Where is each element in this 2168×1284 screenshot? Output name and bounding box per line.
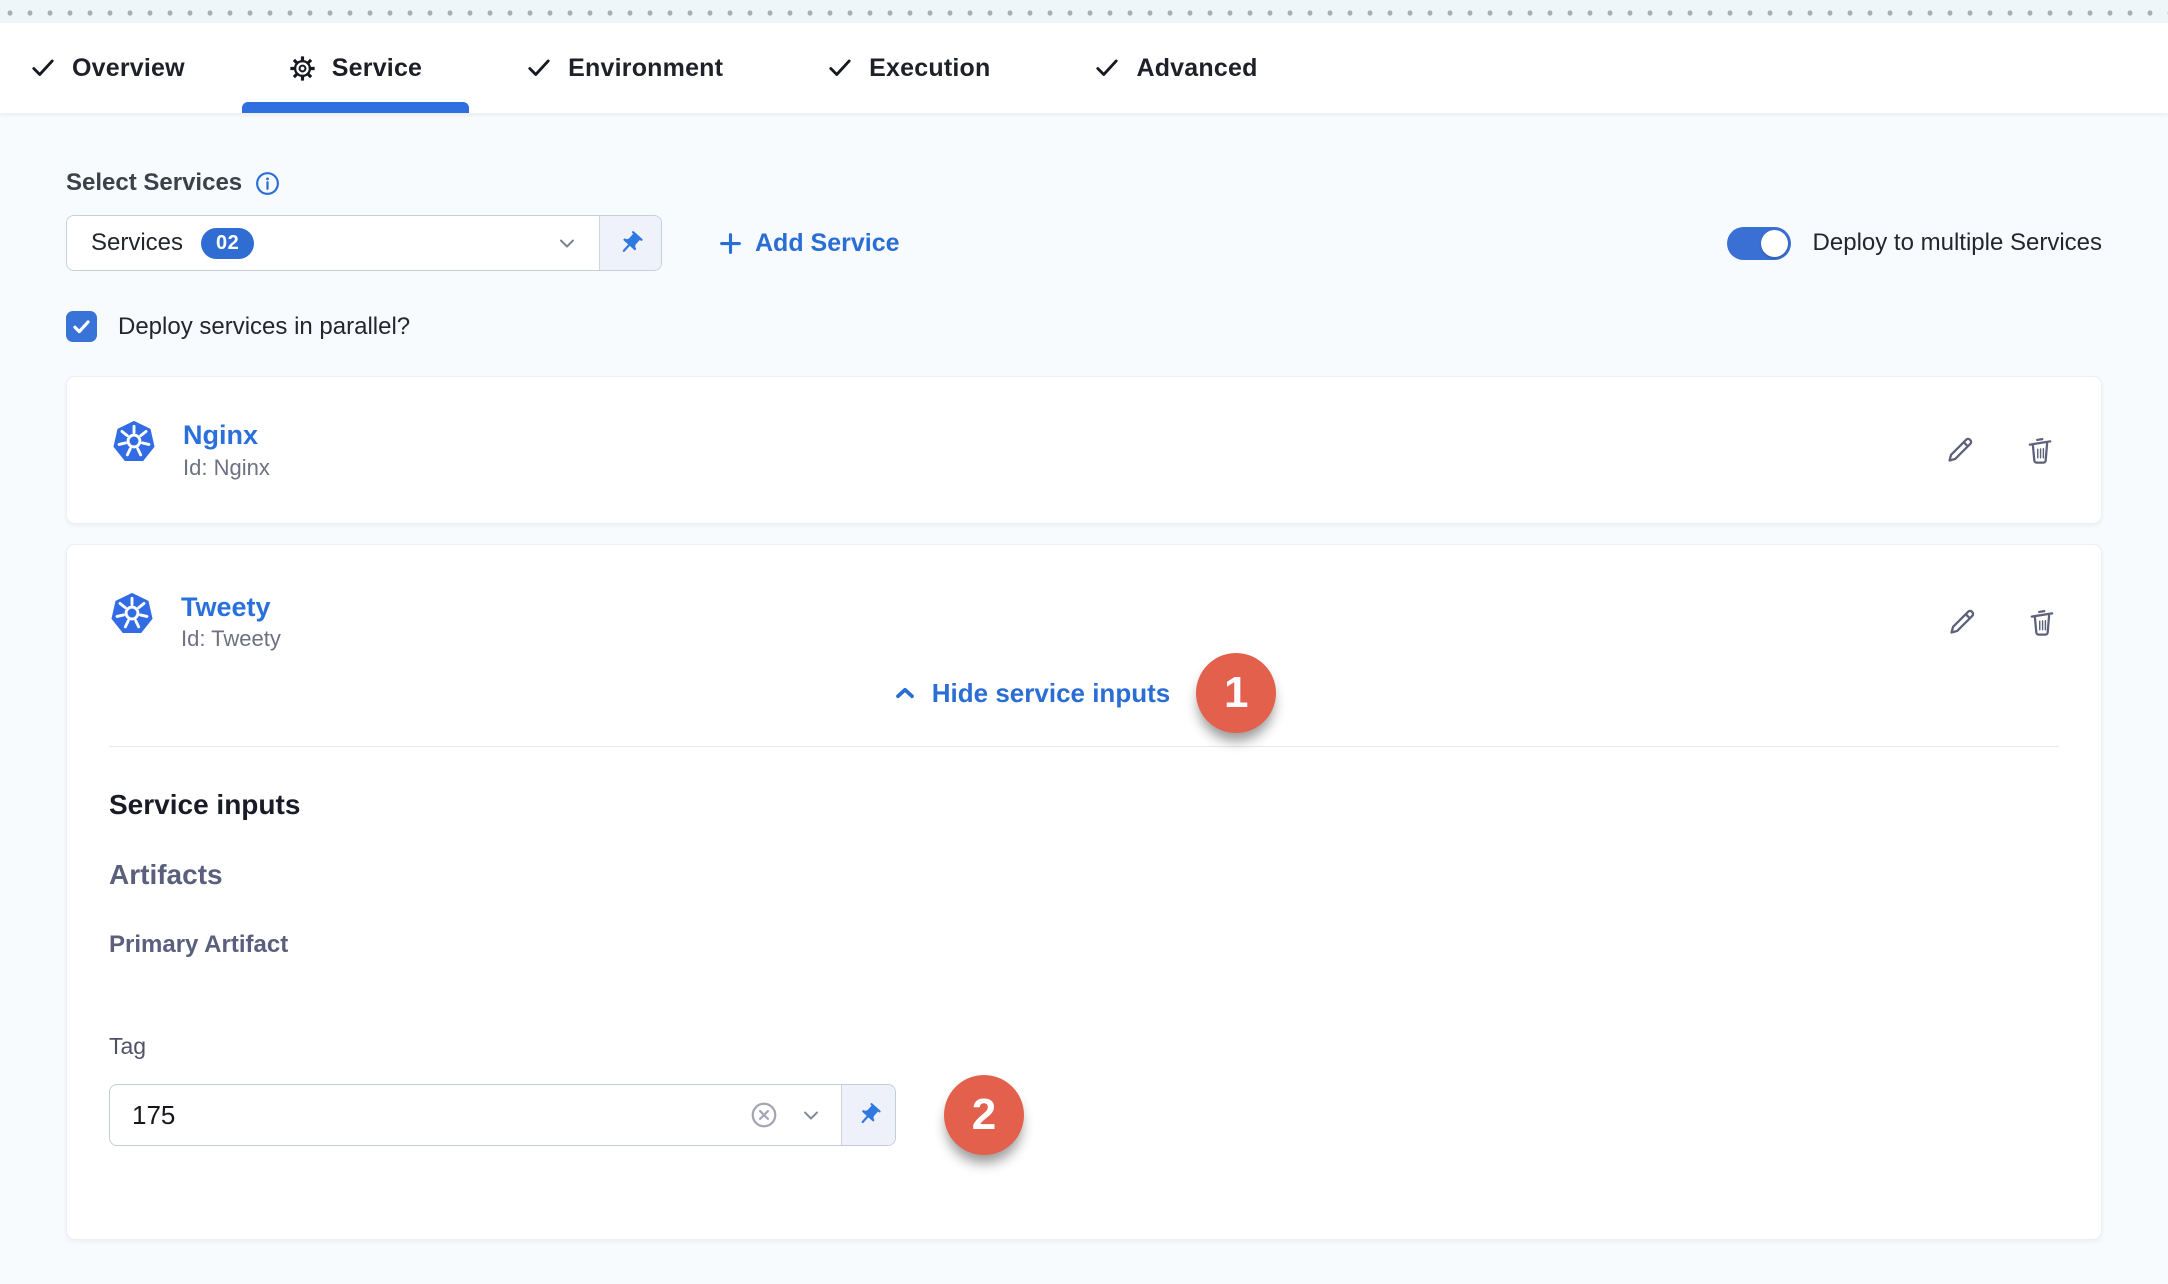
edit-service-button[interactable] <box>1945 605 1979 639</box>
stage-tabbar: Overview Service Environment <box>0 23 2168 113</box>
pin-runtime-input-button[interactable] <box>841 1085 895 1145</box>
hide-service-inputs-button[interactable]: Hide service inputs <box>892 678 1170 709</box>
primary-artifact-heading: Primary Artifact <box>109 931 2059 959</box>
tab-label: Overview <box>72 54 185 83</box>
tag-field-label: Tag <box>109 1033 2059 1060</box>
tab-label: Execution <box>869 54 990 83</box>
tab-environment[interactable]: Environment <box>526 23 723 113</box>
service-name-link[interactable]: Tweety <box>181 591 281 623</box>
chevron-up-icon <box>892 680 918 706</box>
service-name-link[interactable]: Nginx <box>183 419 270 451</box>
canvas-dotted-background <box>0 0 2168 23</box>
artifacts-heading: Artifacts <box>109 859 2059 891</box>
check-icon <box>827 55 853 81</box>
kubernetes-icon <box>109 591 155 637</box>
plus-icon <box>718 231 743 256</box>
tab-label: Environment <box>568 54 723 83</box>
service-id-text: Id: Nginx <box>183 455 270 481</box>
clear-value-icon[interactable] <box>749 1100 779 1130</box>
add-service-label: Add Service <box>755 229 900 258</box>
pin-runtime-input-button[interactable] <box>599 216 661 270</box>
gear-icon <box>289 55 316 82</box>
tab-advanced[interactable]: Advanced <box>1094 23 1257 113</box>
add-service-button[interactable]: Add Service <box>718 229 900 258</box>
edit-service-button[interactable] <box>1943 433 1977 467</box>
services-dropdown[interactable]: Services 02 <box>66 215 662 271</box>
tag-input[interactable] <box>110 1085 749 1145</box>
tag-input-group <box>109 1084 896 1146</box>
pushpin-icon <box>856 1102 882 1128</box>
service-card-nginx: Nginx Id: Nginx <box>66 376 2102 524</box>
service-stage-config-screen: Overview Service Environment <box>0 0 2168 1284</box>
check-icon <box>526 55 552 81</box>
info-icon[interactable] <box>254 170 281 197</box>
chevron-down-icon[interactable] <box>799 1103 823 1127</box>
tab-label: Service <box>332 54 422 83</box>
deploy-multiple-services-label: Deploy to multiple Services <box>1813 229 2102 257</box>
services-dropdown-value: Services <box>91 229 183 257</box>
service-tab-content: Select Services Services 02 <box>0 169 2168 1240</box>
tab-overview[interactable]: Overview <box>30 23 185 113</box>
tab-service[interactable]: Service <box>289 23 422 113</box>
card-divider <box>109 746 2059 747</box>
check-icon <box>30 55 56 81</box>
annotation-badge-2: 2 <box>944 1075 1024 1155</box>
delete-service-button[interactable] <box>2023 433 2057 467</box>
services-dropdown-main: Services 02 <box>67 216 599 270</box>
service-inputs-heading: Service inputs <box>109 789 2059 821</box>
service-card-tweety: Tweety Id: Tweety <box>66 544 2102 1240</box>
toggle-knob <box>1761 230 1788 257</box>
deploy-parallel-label[interactable]: Deploy services in parallel? <box>118 313 410 341</box>
annotation-badge-1: 1 <box>1196 653 1276 733</box>
select-services-label: Select Services <box>66 169 242 197</box>
service-id-text: Id: Tweety <box>181 626 281 652</box>
check-icon <box>1094 55 1120 81</box>
pushpin-icon <box>617 230 644 257</box>
hide-service-inputs-label: Hide service inputs <box>932 678 1170 709</box>
services-count-badge: 02 <box>201 228 254 259</box>
tab-execution[interactable]: Execution <box>827 23 990 113</box>
delete-service-button[interactable] <box>2025 605 2059 639</box>
chevron-down-icon <box>555 231 579 255</box>
deploy-multiple-services-toggle[interactable] <box>1727 227 1791 260</box>
deploy-parallel-checkbox[interactable] <box>66 311 97 342</box>
tab-label: Advanced <box>1136 54 1257 83</box>
kubernetes-icon <box>111 419 157 465</box>
